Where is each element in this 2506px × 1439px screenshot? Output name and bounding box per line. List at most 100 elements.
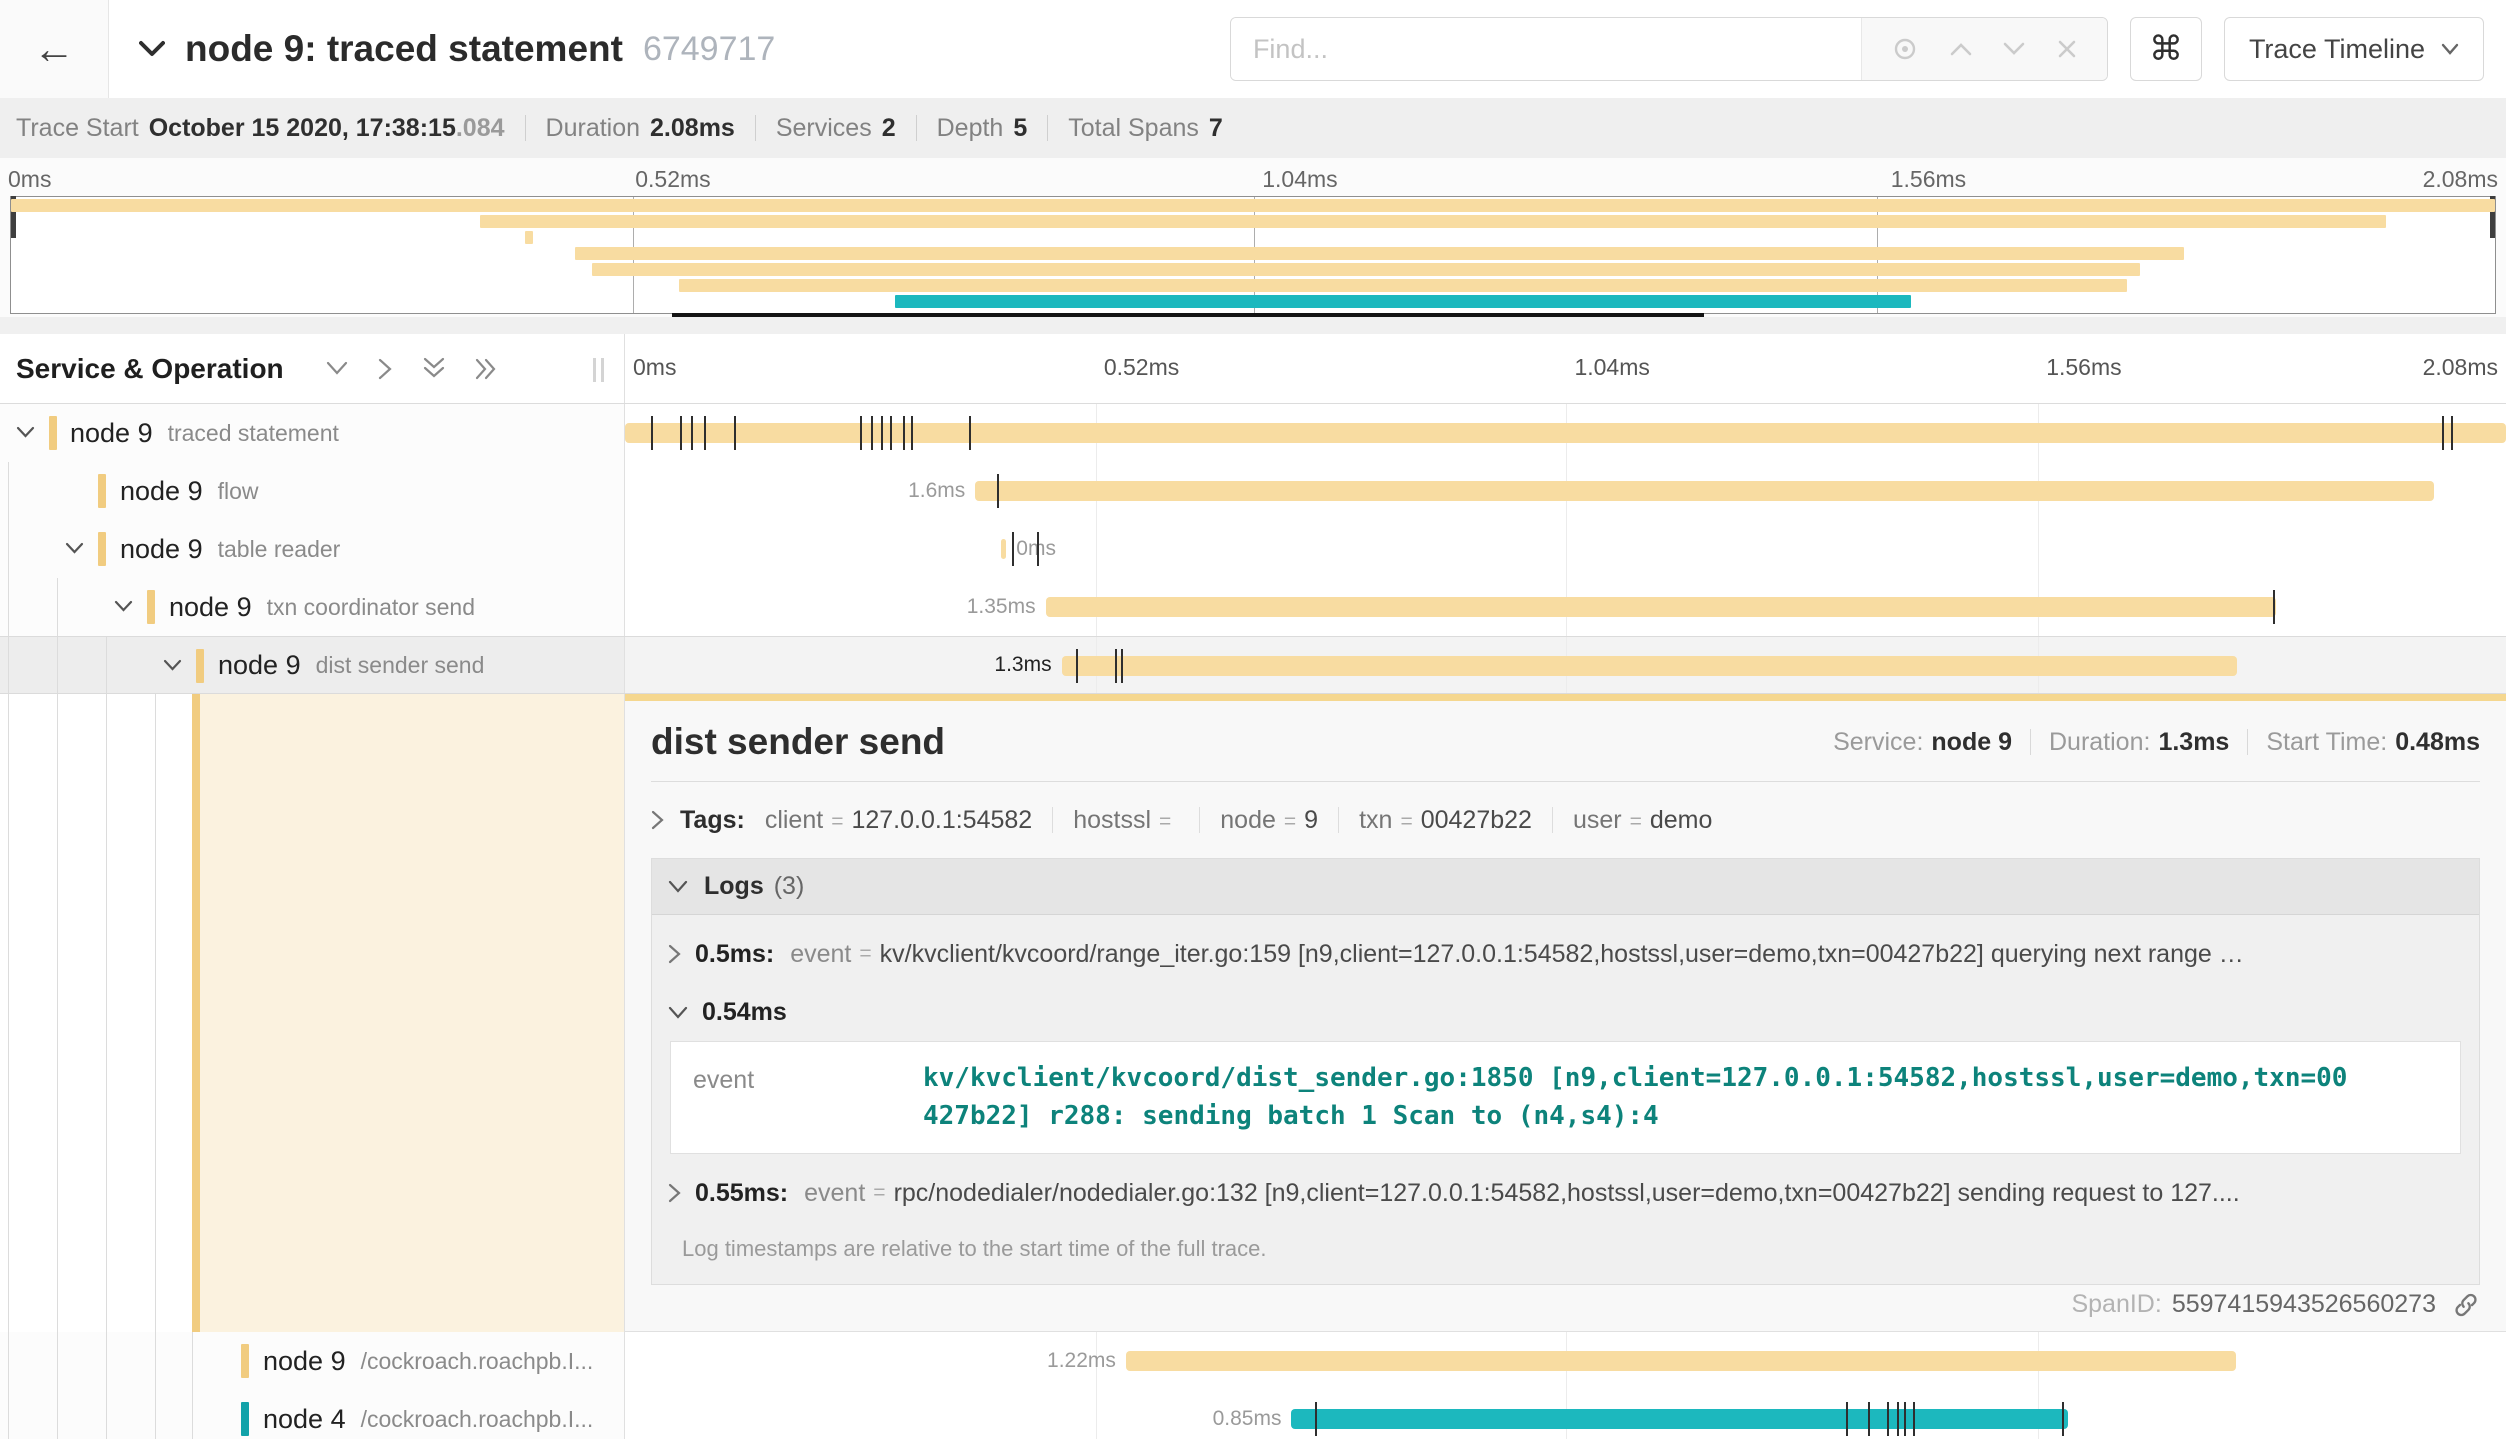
timeline-tick-header: 0ms0.52ms1.04ms1.56ms2.08ms [625,334,2506,403]
span-row-timeline-cell[interactable]: 0ms [625,520,2506,578]
service-color-chip [241,1402,249,1436]
service-color-chip [98,474,106,508]
trace-meta-item: Trace StartOctober 15 2020, 17:38:15.084 [16,114,505,143]
span-row[interactable]: node 9traced statement [0,404,2506,462]
find-input[interactable] [1231,18,1861,80]
tag-item[interactable]: node=9 [1220,806,1318,835]
prev-match-chevron-up-icon[interactable] [1949,41,1973,57]
log-entry-row-expanded[interactable]: 0.54ms [668,985,2463,1039]
operation-name: table reader [218,536,341,563]
keyboard-shortcuts-button[interactable]: ⌘ [2130,17,2202,81]
log-marker-tick [2451,416,2453,450]
tick-label-0ms: 0ms [633,354,676,381]
locate-icon[interactable] [1891,35,1919,63]
span-name: node 4/cockroach.roachpb.I... [263,1390,593,1439]
detail-meta-label: Duration: [2049,728,2150,757]
span-row-name-cell[interactable]: node 9table reader [0,520,625,578]
collapse-chevron-down-icon[interactable] [16,426,35,439]
log-marker-tick [1868,1402,1870,1436]
divider [651,781,2480,782]
span-row-name-cell[interactable]: node 9txn coordinator send [0,578,625,636]
log-field-equals: = [859,942,871,966]
span-row[interactable]: node 9dist sender send1.3ms [0,636,2506,694]
span-row-name-cell[interactable]: node 9traced statement [0,404,625,462]
span-duration-bar[interactable] [1126,1351,2236,1371]
span-duration-bar[interactable] [625,423,2506,443]
logs-header[interactable]: Logs (3) [652,859,2479,915]
span-duration-bar[interactable] [1291,1409,2068,1429]
span-duration-bar[interactable] [1046,597,2277,617]
span-duration-bar[interactable] [1062,656,2237,676]
tick-label-0.52ms: 0.52ms [635,166,710,193]
service-name: node 9 [218,650,301,681]
collapse-chevron-down-icon[interactable] [114,600,133,613]
tree-indent-guide [57,694,58,1332]
log-marker-tick [903,416,905,450]
span-row[interactable]: node 4/cockroach.roachpb.I... 0.85ms [0,1390,2506,1439]
service-operation-header: Service & Operation [0,334,625,403]
collapse-chevron-down-icon[interactable] [65,542,84,555]
meta-value-muted: .084 [456,114,505,142]
collapse-all-double-chevron-down-icon[interactable] [423,357,445,381]
span-row[interactable]: node 9/cockroach.roachpb.I...1.22ms [0,1332,2506,1390]
service-color-chip [98,532,106,566]
collapse-one-chevron-down-icon[interactable] [326,361,348,376]
log-marker-tick [881,416,883,450]
trace-meta-item: Total Spans7 [1068,114,1223,143]
span-duration-bar[interactable] [1001,539,1006,559]
span-id-label: SpanID: [2071,1290,2161,1319]
span-row-timeline-cell[interactable]: 1.22ms [625,1332,2506,1390]
detail-meta-value: node 9 [1931,728,2012,757]
chevron-right-icon [668,1183,681,1203]
tag-item[interactable]: client=127.0.0.1:54582 [765,806,1032,835]
trace-page-header: ← node 9: traced statement 6749717 [0,0,2506,98]
span-row[interactable]: node 9txn coordinator send1.35ms [0,578,2506,636]
collapse-trace-chevron-down-icon[interactable] [139,40,165,58]
deep-link-icon[interactable] [2452,1291,2480,1319]
span-row-timeline-cell[interactable]: 1.6ms [625,462,2506,520]
trace-view-selector[interactable]: Trace Timeline [2224,17,2484,81]
span-name: node 9traced statement [70,404,339,462]
service-name: node 9 [263,1346,346,1377]
log-entry-row[interactable]: 0.5ms:event=kv/kvclient/kvcoord/range_it… [668,923,2463,985]
log-marker-tick [1904,1402,1906,1436]
span-row-timeline-cell[interactable] [625,404,2506,462]
logs-body: 0.5ms:event=kv/kvclient/kvcoord/range_it… [652,915,2479,1284]
column-resizer-handle[interactable] [593,358,604,382]
service-color-chip [241,1344,249,1378]
span-row-timeline-cell[interactable]: 1.3ms [625,637,2506,693]
tag-equals: = [1284,810,1296,834]
span-row-name-cell[interactable]: node 4/cockroach.roachpb.I... [0,1390,625,1439]
span-row-name-cell[interactable]: node 9/cockroach.roachpb.I... [0,1332,625,1390]
header-controls: ⌘ Trace Timeline [1230,17,2506,81]
tag-item[interactable]: txn=00427b22 [1359,806,1532,835]
span-row-timeline-cell[interactable]: 0.85ms [625,1390,2506,1439]
meta-value: 7 [1209,114,1223,143]
span-row-name-cell[interactable]: node 9flow [0,462,625,520]
detail-meta-label: Service: [1833,728,1923,757]
collapse-chevron-down-icon[interactable] [163,659,182,672]
meta-value: 2.08ms [650,114,735,143]
span-row[interactable]: node 9flow1.6ms [0,462,2506,520]
tags-row[interactable]: Tags: client=127.0.0.1:54582 hostssl= node… [651,798,2480,842]
expand-all-double-chevron-right-icon[interactable] [475,358,499,380]
overview-minimap-canvas[interactable] [10,196,2496,314]
back-button[interactable]: ← [0,0,109,98]
log-entry-row[interactable]: 0.55ms:event=rpc/nodedialer/nodedialer.g… [668,1162,2463,1224]
span-row-timeline-cell[interactable]: 1.35ms [625,578,2506,636]
span-row-name-cell[interactable]: node 9dist sender send [0,637,625,693]
span-row[interactable]: node 9table reader0ms [0,520,2506,578]
tags-label: Tags: [680,806,745,835]
log-field-value: kv/kvclient/kvcoord/range_iter.go:159 [n… [880,940,2463,969]
span-duration-bar[interactable] [975,481,2434,501]
expand-one-chevron-right-icon[interactable] [378,358,393,380]
chevron-down-icon [668,1006,688,1019]
clear-find-close-icon[interactable] [2056,38,2078,60]
operation-name: /cockroach.roachpb.I... [361,1406,594,1433]
tree-indent-guide [8,578,9,636]
tag-item[interactable]: user=demo [1573,806,1712,835]
next-match-chevron-down-icon[interactable] [2002,41,2026,57]
tree-indent-guide [8,637,9,693]
log-marker-tick [1121,649,1123,683]
tag-item[interactable]: hostssl= [1073,806,1179,835]
